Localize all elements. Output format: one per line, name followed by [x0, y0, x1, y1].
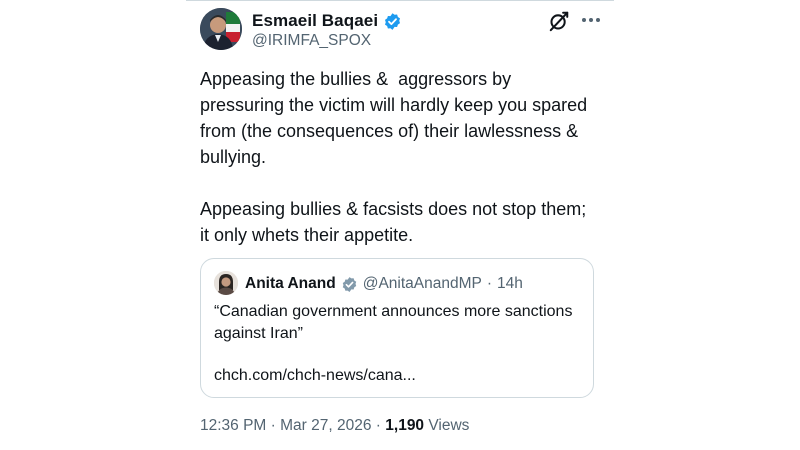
quoted-author-avatar[interactable]: [214, 271, 238, 295]
author-handle[interactable]: @IRIMFA_SPOX: [252, 32, 371, 50]
tweet-text: Appeasing the bullies & aggressors by pr…: [200, 66, 600, 248]
tweet: Esmaeil Baqaei @IRIMFA_SPOX Appeasing th…: [186, 0, 614, 450]
views-count: 1,190: [385, 417, 425, 434]
quoted-tweet-link[interactable]: chch.com/chch-news/cana...: [214, 367, 416, 385]
quoted-separator: ·: [486, 275, 493, 292]
quoted-tweet-text: “Canadian government announces more sanc…: [214, 303, 573, 342]
tweet-date[interactable]: Mar 27, 2026: [280, 417, 371, 435]
verified-badge-icon: [383, 12, 402, 31]
author-name-row: Esmaeil Baqaei: [252, 10, 402, 32]
quoted-tweet-header: Anita Anand @AnitaAnandMP · 14h: [245, 273, 523, 295]
quoted-author-name[interactable]: Anita Anand: [245, 275, 336, 293]
author-avatar[interactable]: [200, 8, 242, 50]
grok-icon[interactable]: [548, 10, 570, 32]
views-label: Views: [424, 417, 470, 434]
tweet-time[interactable]: 12:36 PM: [200, 417, 266, 435]
author-name[interactable]: Esmaeil Baqaei: [252, 11, 378, 31]
quoted-author-handle[interactable]: @AnitaAnandMP: [363, 275, 482, 293]
meta-separator: ·: [371, 417, 386, 434]
tweet-paragraph-1: Appeasing the bullies & aggressors by pr…: [200, 69, 593, 167]
tweet-paragraph-2: Appeasing bullies & facsists does not st…: [200, 199, 592, 245]
quoted-timestamp[interactable]: 14h: [497, 275, 523, 293]
quoted-verified-badge-icon: [341, 276, 358, 293]
meta-separator: ·: [266, 417, 281, 434]
more-icon[interactable]: [578, 9, 604, 31]
quoted-tweet-card[interactable]: Anita Anand @AnitaAnandMP · 14h “Canadia…: [200, 258, 594, 398]
tweet-meta: 12:36 PM · Mar 27, 2026 · 1,190 Views: [200, 417, 469, 435]
